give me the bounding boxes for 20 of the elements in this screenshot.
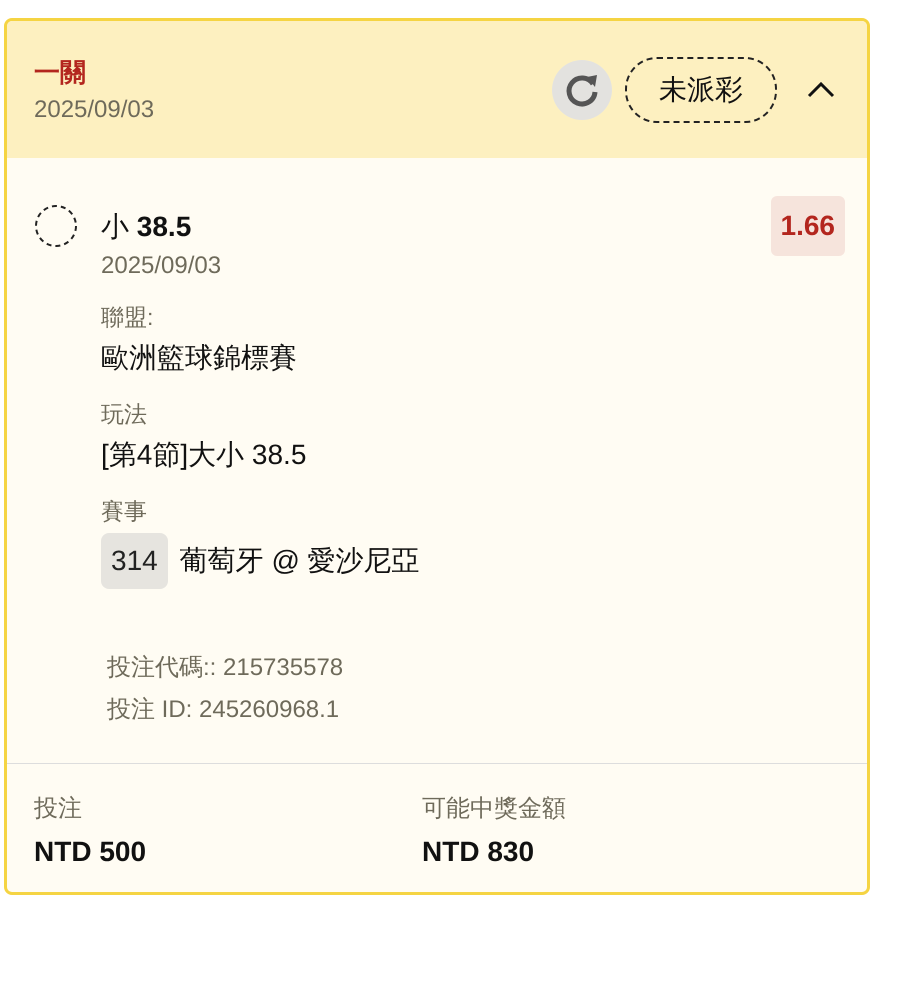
selection-text: 小 38.5 (101, 210, 192, 244)
selection-date: 2025/09/03 (101, 252, 222, 280)
bet-date: 2025/09/03 (34, 96, 156, 124)
odds-badge: 1.66 (770, 196, 845, 256)
amount-value: NTD 500 (34, 836, 148, 868)
bet-code: 投注代碼:: 215735578 (107, 653, 344, 683)
bet-type-title: 一關 (34, 56, 87, 89)
bet-code: 投注 ID: 245260968.1 (107, 695, 340, 725)
detail-value: 歐洲籃球錦標賽 (101, 341, 297, 375)
amount-value: NTD 830 (422, 836, 536, 868)
amount-label: 投注 (34, 794, 83, 824)
amount-label: 可能中獎金額 (422, 794, 567, 824)
status-badge: 未派彩 (625, 56, 777, 122)
detail-label: 賽事 (101, 497, 147, 526)
match-teams: 葡萄牙 @ 愛沙尼亞 (180, 544, 420, 578)
detail-label: 玩法 (101, 400, 147, 429)
match-number: 314 (101, 533, 168, 589)
detail-value: [第4節]大小 38.5 (101, 438, 306, 472)
detail-label: 聯盟: (101, 303, 154, 332)
pending-circle-icon (34, 204, 78, 248)
